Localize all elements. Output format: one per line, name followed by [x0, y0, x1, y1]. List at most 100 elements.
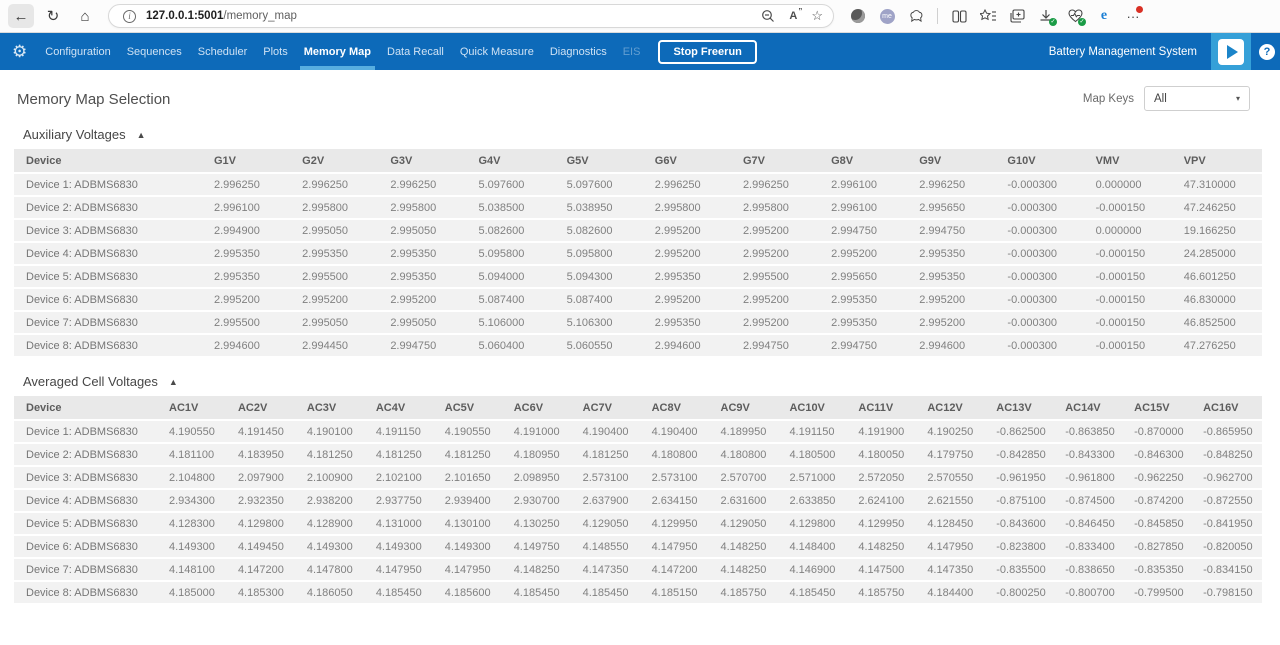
value-cell: -0.000300: [997, 242, 1085, 265]
value-cell: 2.994450: [292, 334, 380, 357]
browser-home-button[interactable]: ⌂: [72, 4, 98, 28]
read-aloud-icon[interactable]: A: [789, 10, 797, 22]
value-cell: 46.601250: [1174, 265, 1262, 288]
value-cell: 4.191000: [504, 420, 573, 443]
value-cell: 2.102100: [366, 466, 435, 489]
value-cell: 4.128300: [159, 512, 228, 535]
collections-icon[interactable]: [1009, 8, 1025, 24]
value-cell: 4.149750: [504, 535, 573, 558]
value-cell: -0.800700: [1055, 581, 1124, 604]
value-cell: 2.994750: [821, 334, 909, 357]
device-cell: Device 3: ADBMS6830: [14, 466, 159, 489]
device-cell: Device 7: ADBMS6830: [14, 311, 204, 334]
browser-refresh-button[interactable]: ↻: [40, 4, 66, 28]
value-cell: 5.095800: [557, 242, 645, 265]
column-header-ac9v: AC9V: [711, 396, 780, 420]
favorites-bar-icon[interactable]: [980, 8, 996, 24]
value-cell: 2.994750: [821, 219, 909, 242]
value-cell: 4.180950: [504, 443, 573, 466]
downloads-icon[interactable]: ✓: [1038, 8, 1054, 24]
value-cell: 4.147200: [228, 558, 297, 581]
more-menu-icon[interactable]: ···: [1125, 8, 1141, 24]
value-cell: 2.995650: [821, 265, 909, 288]
address-bar[interactable]: i 127.0.0.1:5001/memory_map A ☆: [108, 4, 834, 28]
nav-item-quick-measure[interactable]: Quick Measure: [452, 33, 542, 70]
zoom-out-icon[interactable]: [761, 9, 775, 23]
nav-item-data-recall[interactable]: Data Recall: [379, 33, 452, 70]
nav-item-diagnostics[interactable]: Diagnostics: [542, 33, 615, 70]
column-header-g7v: G7V: [733, 149, 821, 173]
stop-freerun-button[interactable]: Stop Freerun: [658, 40, 756, 64]
value-cell: 2.097900: [228, 466, 297, 489]
device-cell: Device 8: ADBMS6830: [14, 334, 204, 357]
column-header-ac6v: AC6V: [504, 396, 573, 420]
value-cell: 4.148100: [159, 558, 228, 581]
value-cell: 2.932350: [228, 489, 297, 512]
value-cell: 5.038500: [468, 196, 556, 219]
value-cell: 2.995350: [204, 265, 292, 288]
value-cell: 4.186050: [297, 581, 366, 604]
value-cell: -0.000150: [1086, 334, 1174, 357]
value-cell: -0.834150: [1193, 558, 1262, 581]
nav-item-configuration[interactable]: Configuration: [37, 33, 118, 70]
value-cell: 2.996100: [821, 173, 909, 196]
value-cell: 5.094000: [468, 265, 556, 288]
device-cell: Device 1: ADBMS6830: [14, 173, 204, 196]
map-keys-dropdown[interactable]: All ▾: [1144, 86, 1250, 111]
nav-item-plots[interactable]: Plots: [255, 33, 295, 70]
value-cell: 4.190400: [573, 420, 642, 443]
split-screen-icon[interactable]: [951, 8, 967, 24]
ie-mode-icon[interactable]: e: [1096, 8, 1112, 24]
site-info-icon[interactable]: i: [123, 10, 136, 23]
favorite-star-icon[interactable]: ☆: [811, 8, 823, 24]
settings-gear-icon[interactable]: ⚙: [0, 33, 37, 70]
value-cell: 4.185300: [228, 581, 297, 604]
value-cell: 4.180800: [711, 443, 780, 466]
value-cell: 4.191150: [366, 420, 435, 443]
value-cell: 4.147800: [297, 558, 366, 581]
table-header-row: DeviceAC1VAC2VAC3VAC4VAC5VAC6VAC7VAC8VAC…: [14, 396, 1262, 420]
value-cell: 5.095800: [468, 242, 556, 265]
auxiliary-voltages-header[interactable]: Auxiliary Voltages ▲: [14, 127, 1262, 149]
extension-icon[interactable]: [850, 8, 866, 24]
nav-item-sequences[interactable]: Sequences: [119, 33, 190, 70]
column-header-ac10v: AC10V: [779, 396, 848, 420]
value-cell: 24.285000: [1174, 242, 1262, 265]
value-cell: 2.996250: [645, 173, 733, 196]
value-cell: -0.000150: [1086, 288, 1174, 311]
averaged-cell-voltages-header[interactable]: Averaged Cell Voltages ▲: [14, 374, 1262, 396]
help-button[interactable]: ?: [1251, 33, 1280, 70]
nav-item-memory-map[interactable]: Memory Map: [296, 33, 379, 70]
browser-essentials-icon[interactable]: ✓: [1067, 8, 1083, 24]
value-cell: 4.191900: [848, 420, 917, 443]
value-cell: 4.147350: [917, 558, 986, 581]
value-cell: 4.185600: [435, 581, 504, 604]
column-header-device: Device: [14, 396, 159, 420]
run-button[interactable]: [1211, 33, 1251, 70]
value-cell: 2.624100: [848, 489, 917, 512]
value-cell: 2.101650: [435, 466, 504, 489]
collapse-triangle-icon[interactable]: ▲: [137, 130, 146, 140]
value-cell: 4.180050: [848, 443, 917, 466]
value-cell: 4.185750: [848, 581, 917, 604]
value-cell: 4.129050: [711, 512, 780, 535]
table-row: Device 7: ADBMS68304.1481004.1472004.147…: [14, 558, 1262, 581]
extension-glyph: [851, 9, 865, 23]
value-cell: 2.572050: [848, 466, 917, 489]
profile-badge-icon[interactable]: me: [879, 8, 895, 24]
value-cell: 2.995350: [645, 311, 733, 334]
nav-item-scheduler[interactable]: Scheduler: [190, 33, 256, 70]
collapse-triangle-icon[interactable]: ▲: [169, 377, 178, 387]
column-header-ac8v: AC8V: [642, 396, 711, 420]
value-cell: -0.000150: [1086, 196, 1174, 219]
value-cell: 2.995050: [380, 219, 468, 242]
column-header-ac13v: AC13V: [986, 396, 1055, 420]
value-cell: -0.000300: [997, 334, 1085, 357]
browser-back-button[interactable]: ←: [8, 4, 34, 28]
extension2-icon[interactable]: [908, 8, 924, 24]
value-cell: 4.185450: [366, 581, 435, 604]
value-cell: 2.995050: [292, 311, 380, 334]
value-cell: 4.147500: [848, 558, 917, 581]
value-cell: 4.181100: [159, 443, 228, 466]
column-header-ac12v: AC12V: [917, 396, 986, 420]
